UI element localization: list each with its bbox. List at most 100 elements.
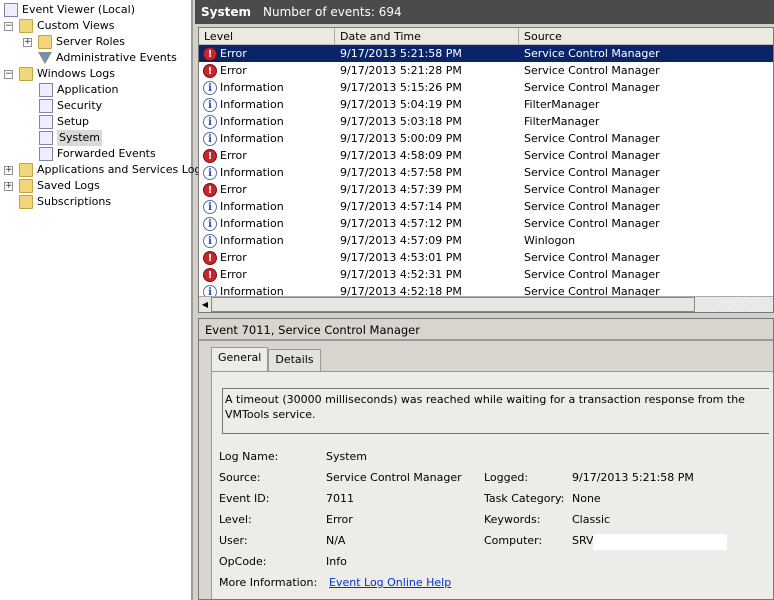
source-cell: FilterManager: [524, 115, 600, 128]
level-cell: ! Error: [199, 266, 335, 283]
tree-item-saved-logs[interactable]: + Saved Logs: [4, 178, 100, 194]
folder-icon: [19, 19, 33, 33]
event-row[interactable]: ! Error 9/17/2013 4:52:31 PM Service Contro…: [199, 266, 773, 283]
source-cell: Service Control Manager: [524, 81, 660, 94]
event-row[interactable]: ! Error 9/17/2013 5:21:28 PM Service Contro…: [199, 62, 773, 79]
tree-item-security[interactable]: Security: [39, 98, 102, 114]
collapse-icon[interactable]: −: [4, 69, 13, 79]
event-row[interactable]: ! Error 9/17/2013 5:21:58 PM Service Contro…: [199, 45, 773, 62]
error-icon: !: [203, 267, 217, 282]
event-row[interactable]: i Information 9/17/2013 5:03:18 PM FilterMa…: [199, 113, 773, 130]
log-header: System Number of events: 694: [195, 0, 774, 24]
tree-label: Event Viewer (Local): [22, 3, 135, 16]
opcode-value: Info: [326, 555, 347, 568]
scroll-left-icon[interactable]: ◀: [199, 297, 211, 312]
level-text: Error: [220, 47, 247, 60]
tree-label: Subscriptions: [37, 195, 112, 208]
level-text: Error: [220, 183, 247, 196]
tree-label: Server Roles: [56, 35, 126, 48]
tab-general[interactable]: General: [211, 347, 269, 371]
log-icon: [39, 131, 53, 145]
date-time-cell: 9/17/2013 4:57:12 PM: [340, 217, 462, 230]
event-id-label: Event ID:: [219, 492, 270, 505]
level-cell: i Information: [199, 79, 335, 96]
event-detail-pane: Event 7011, Service Control Manager Gene…: [198, 318, 774, 600]
event-row[interactable]: i Information 9/17/2013 4:57:14 PM Service …: [199, 198, 773, 215]
tree-item-windows-logs[interactable]: − Windows Logs: [4, 66, 115, 82]
event-row[interactable]: i Information 9/17/2013 5:15:26 PM Service …: [199, 79, 773, 96]
date-time-cell: 9/17/2013 4:53:01 PM: [340, 251, 462, 264]
column-headers: Level Date and Time Source: [199, 28, 773, 45]
collapse-icon[interactable]: −: [4, 21, 13, 31]
date-time-cell: 9/17/2013 5:21:28 PM: [340, 64, 462, 77]
horizontal-scrollbar[interactable]: ◀: [199, 296, 773, 312]
folder-icon: [19, 163, 33, 177]
level-text: Error: [220, 149, 247, 162]
information-icon: i: [203, 131, 217, 146]
level-text: Information: [220, 217, 284, 230]
task-category-value: None: [572, 492, 601, 505]
tree-label: Applications and Services Logs: [37, 163, 208, 176]
event-row[interactable]: i Information 9/17/2013 4:57:58 PM Service …: [199, 164, 773, 181]
expand-icon[interactable]: +: [23, 37, 32, 47]
event-count: Number of events: 694: [263, 5, 402, 19]
tree-item-applications-services-logs[interactable]: + Applications and Services Logs: [4, 162, 207, 178]
source-cell: Service Control Manager: [524, 47, 660, 60]
tree-item-administrative-events[interactable]: Administrative Events: [38, 50, 177, 66]
level-text: Information: [220, 200, 284, 213]
tree-item-subscriptions[interactable]: Subscriptions: [19, 194, 111, 210]
event-row[interactable]: ! Error 9/17/2013 4:58:09 PM Service Contro…: [199, 147, 773, 164]
log-name-value: System: [326, 450, 368, 463]
level-text: Error: [220, 64, 247, 77]
user-value: N/A: [326, 534, 346, 547]
event-row[interactable]: i Information 9/17/2013 4:57:12 PM Service …: [199, 215, 773, 232]
keywords-value: Classic: [572, 513, 611, 526]
tree-label: Windows Logs: [37, 67, 115, 80]
scroll-thumb[interactable]: [211, 297, 695, 312]
tree-item-setup[interactable]: Setup: [39, 114, 89, 130]
level-cell: ! Error: [199, 62, 335, 79]
column-date-time[interactable]: Date and Time: [335, 28, 519, 44]
source-label: Source:: [219, 471, 261, 484]
level-cell: i Information: [199, 113, 335, 130]
event-row[interactable]: i Information 9/17/2013 5:00:09 PM Service …: [199, 130, 773, 147]
information-icon: i: [203, 233, 217, 248]
source-cell: Service Control Manager: [524, 183, 660, 196]
event-row[interactable]: i Information 9/17/2013 5:04:19 PM FilterMa…: [199, 96, 773, 113]
date-time-cell: 9/17/2013 4:57:14 PM: [340, 200, 462, 213]
error-icon: !: [203, 182, 217, 197]
error-icon: !: [203, 250, 217, 265]
tree-item-server-roles[interactable]: + Server Roles: [23, 34, 125, 50]
expand-icon[interactable]: +: [4, 165, 13, 175]
tab-details[interactable]: Details: [268, 349, 321, 371]
source-cell: Service Control Manager: [524, 149, 660, 162]
date-time-cell: 9/17/2013 4:58:09 PM: [340, 149, 462, 162]
event-log-online-help-link[interactable]: Event Log Online Help: [329, 576, 451, 589]
column-source[interactable]: Source: [519, 28, 773, 44]
tree-label: System: [57, 130, 103, 146]
event-list: Level Date and Time Source ! Error 9/17/20…: [198, 27, 774, 313]
event-viewer-icon: [4, 3, 18, 17]
level-cell: i Information: [199, 198, 335, 215]
error-icon: !: [203, 63, 217, 78]
column-level[interactable]: Level: [199, 28, 335, 44]
level-text: Error: [220, 251, 247, 264]
event-row[interactable]: ! Error 9/17/2013 4:57:39 PM Service Contro…: [199, 181, 773, 198]
event-row[interactable]: ! Error 9/17/2013 4:53:01 PM Service Contro…: [199, 249, 773, 266]
tree-item-forwarded-events[interactable]: Forwarded Events: [39, 146, 156, 162]
error-icon: !: [203, 46, 217, 61]
more-info-label: More Information:: [219, 576, 318, 589]
level-text: Information: [220, 166, 284, 179]
event-row[interactable]: i Information 9/17/2013 4:57:09 PM Winlogon: [199, 232, 773, 249]
source-cell: Service Control Manager: [524, 166, 660, 179]
information-icon: i: [203, 199, 217, 214]
tree-item-application[interactable]: Application: [39, 82, 118, 98]
tree-label: Security: [57, 99, 103, 112]
tree-item-event-viewer[interactable]: Event Viewer (Local): [4, 2, 135, 18]
tree-item-system[interactable]: System: [39, 130, 103, 146]
error-icon: !: [203, 148, 217, 163]
event-id-value: 7011: [326, 492, 354, 505]
tree-item-custom-views[interactable]: − Custom Views: [4, 18, 114, 34]
navigation-tree: Event Viewer (Local) − Custom Views + Serv…: [0, 0, 207, 600]
expand-icon[interactable]: +: [4, 181, 13, 191]
